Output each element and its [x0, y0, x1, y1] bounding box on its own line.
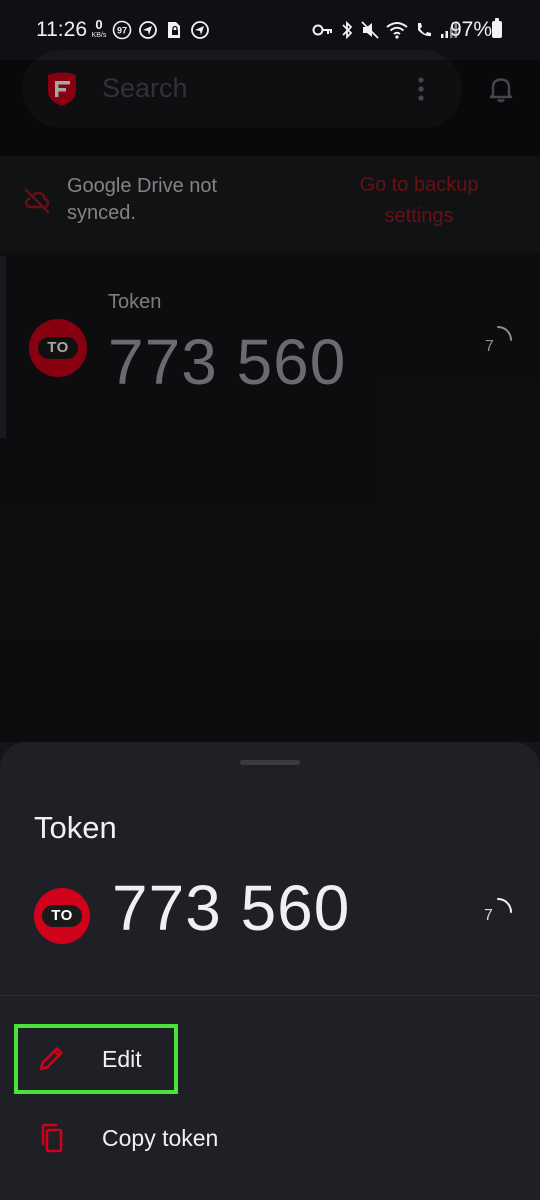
sim-lock-icon	[168, 22, 180, 38]
wifi-calling-icon	[418, 23, 431, 37]
network-speed-value: 0	[95, 17, 103, 32]
sheet-title: Token	[34, 810, 117, 845]
sheet-token-code: 773 560	[112, 872, 351, 944]
sheet-countdown-seconds: 7	[484, 907, 493, 924]
wifi-icon	[386, 22, 408, 39]
sheet-token-avatar-text: TO	[42, 905, 82, 927]
badge-97-icon: 97	[112, 20, 132, 40]
status-time: 11:26	[36, 18, 87, 41]
navigation-icon	[139, 21, 157, 39]
network-speed: 0 KB/s	[88, 18, 110, 39]
key-icon	[312, 24, 332, 36]
copy-token-label: Copy token	[102, 1125, 219, 1151]
edit-highlight-box	[14, 1024, 178, 1094]
status-right-icons	[312, 20, 458, 40]
sheet-token-avatar: TO	[34, 888, 90, 944]
navigation-icon	[191, 21, 209, 39]
copy-icon	[41, 1123, 63, 1153]
mute-icon	[361, 21, 379, 39]
modal-scrim[interactable]	[0, 60, 540, 742]
status-left-icons: 97	[112, 20, 210, 40]
copy-token-action[interactable]: Copy token	[0, 1106, 540, 1170]
battery-icon	[492, 18, 502, 38]
network-speed-unit: KB/s	[91, 32, 107, 39]
battery-percent: 97%	[450, 18, 493, 41]
sheet-divider	[0, 995, 540, 996]
badge-count: 97	[117, 26, 127, 36]
bluetooth-icon	[342, 20, 353, 40]
drag-handle[interactable]	[240, 760, 300, 765]
